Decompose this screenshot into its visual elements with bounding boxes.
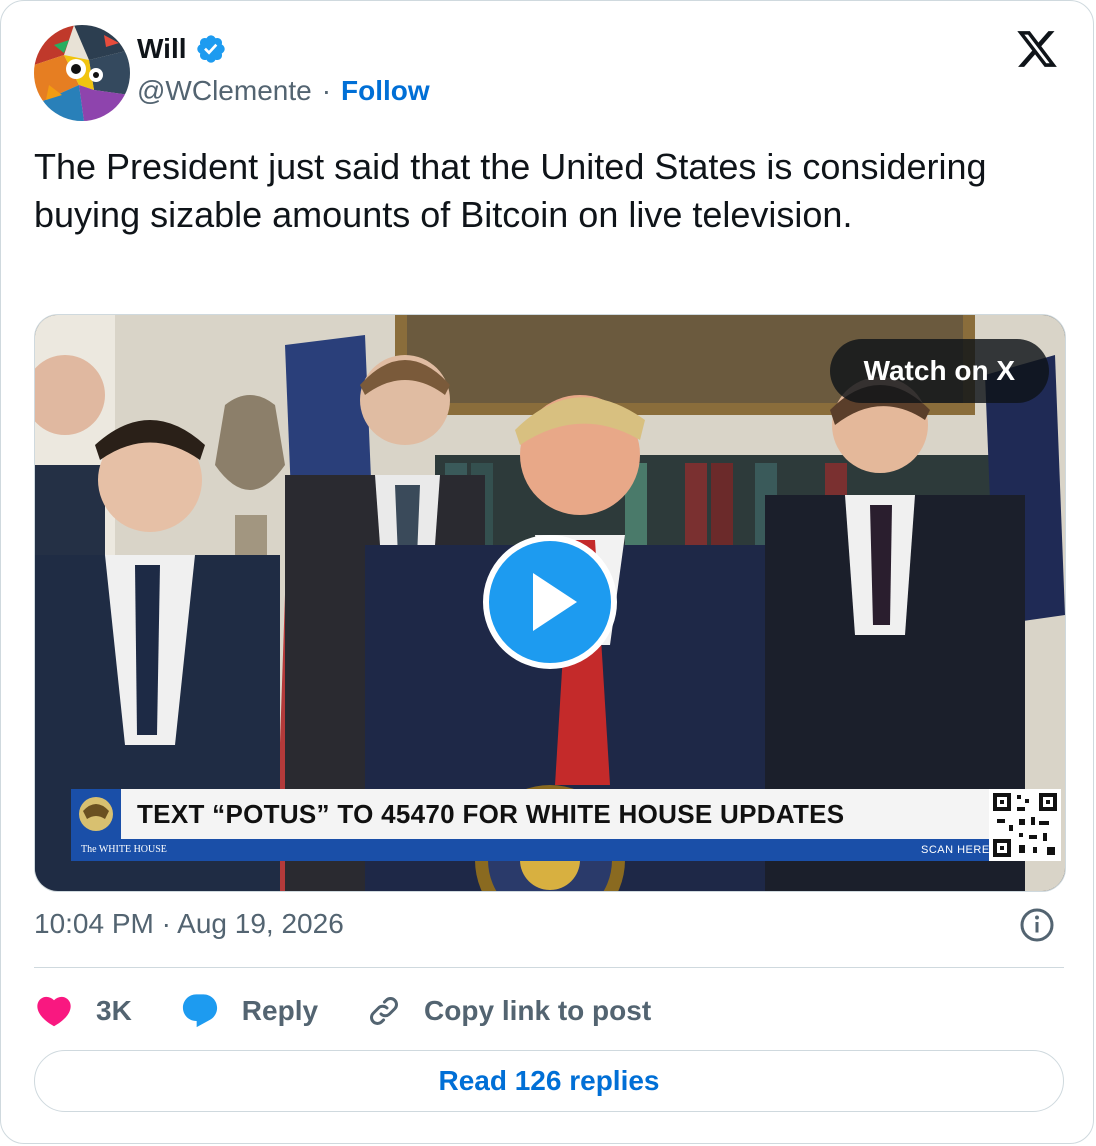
follow-button[interactable]: Follow xyxy=(341,73,430,109)
copy-link-button[interactable]: Copy link to post xyxy=(366,993,651,1029)
avatar-image xyxy=(34,25,130,121)
tweet-text: The President just said that the United … xyxy=(34,146,997,235)
verified-badge-icon xyxy=(196,35,225,63)
like-count: 3K xyxy=(96,995,132,1026)
author-name-row: Will xyxy=(137,31,227,67)
watch-on-x-button[interactable]: Watch on X xyxy=(829,339,1049,403)
banner-blue-bar xyxy=(71,839,991,861)
author-handle-row: @WClemente · Follow xyxy=(137,73,430,109)
play-icon xyxy=(533,573,577,631)
separator-dot: · xyxy=(321,75,332,106)
author-handle[interactable]: @WClemente xyxy=(137,73,312,109)
heart-icon xyxy=(37,996,71,1027)
banner-headline: TEXT “POTUS” TO 45470 FOR WHITE HOUSE UP… xyxy=(137,799,845,829)
avatar[interactable] xyxy=(34,25,130,121)
author-name[interactable]: Will xyxy=(137,31,187,67)
like-button[interactable]: 3K xyxy=(34,991,132,1031)
banner-scan-label: SCAN HERE xyxy=(921,844,990,856)
banner-source: The WHITE HOUSE xyxy=(81,844,167,855)
tweet-timestamp[interactable]: 10:04 PM · Aug 19, 2026 xyxy=(34,906,344,942)
play-button[interactable] xyxy=(483,535,617,669)
divider xyxy=(34,967,1064,968)
read-replies-button[interactable]: Read 126 replies xyxy=(34,1050,1064,1112)
qr-code-icon xyxy=(989,789,1061,861)
reply-label: Reply xyxy=(241,995,319,1026)
x-logo-icon[interactable] xyxy=(1015,27,1059,71)
copy-link-label: Copy link to post xyxy=(424,995,652,1026)
news-banner: TEXT “POTUS” TO 45470 FOR WHITE HOUSE UP… xyxy=(71,789,1061,861)
tweet-card: Will @WClemente · Follow The President j… xyxy=(0,0,1094,1144)
info-icon[interactable] xyxy=(1019,907,1055,943)
reply-bubble-icon xyxy=(182,994,217,1028)
link-icon xyxy=(370,997,398,1025)
eagle-seal-icon xyxy=(71,789,121,839)
video-media[interactable]: Watch on X TEXT “POTUS” TO 45470 FOR WHI… xyxy=(34,314,1066,892)
reply-button[interactable]: Reply xyxy=(180,991,318,1031)
action-bar: 3K Reply Copy link to post xyxy=(34,987,699,1035)
